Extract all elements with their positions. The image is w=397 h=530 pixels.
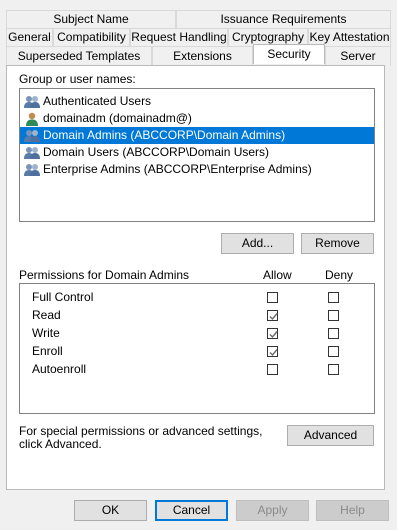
permission-name: Autoenroll xyxy=(32,362,87,376)
tab-row-1: Subject Name Issuance Requirements xyxy=(6,10,391,28)
user-item[interactable]: Domain Users (ABCCORP\Domain Users) xyxy=(20,144,374,161)
deny-header: Deny xyxy=(325,268,354,282)
tab-issuance-requirements[interactable]: Issuance Requirements xyxy=(176,10,391,28)
help-button[interactable]: Help xyxy=(316,500,389,521)
tab-compatibility[interactable]: Compatibility xyxy=(53,28,130,46)
permission-name: Write xyxy=(32,326,60,340)
group-icon xyxy=(24,146,40,160)
permission-name: Enroll xyxy=(32,344,63,358)
deny-checkbox[interactable] xyxy=(328,346,339,357)
deny-checkbox[interactable] xyxy=(328,328,339,339)
user-name: Enterprise Admins (ABCCORP\Enterprise Ad… xyxy=(43,162,312,176)
allow-checkbox[interactable] xyxy=(267,292,278,303)
user-item[interactable]: Authenticated Users xyxy=(20,93,374,110)
tab-security[interactable]: Security xyxy=(253,44,325,64)
group-icon xyxy=(24,95,40,109)
user-name: domainadm (domainadm@) xyxy=(43,111,192,125)
group-icon xyxy=(24,163,40,177)
users-list[interactable]: Authenticated Users domainadm (domainadm@… xyxy=(19,88,375,222)
user-name: Domain Users (ABCCORP\Domain Users) xyxy=(43,145,270,159)
permission-name: Read xyxy=(32,308,61,322)
allow-checkbox[interactable] xyxy=(267,346,278,357)
deny-checkbox[interactable] xyxy=(328,292,339,303)
tab-request-handling[interactable]: Request Handling xyxy=(130,28,228,46)
advanced-button[interactable]: Advanced xyxy=(287,425,374,446)
apply-button[interactable]: Apply xyxy=(236,500,309,521)
ok-button[interactable]: OK xyxy=(74,500,147,521)
group-label: Group or user names: xyxy=(19,72,136,86)
allow-checkbox[interactable] xyxy=(267,328,278,339)
user-item[interactable]: Domain Admins (ABCCORP\Domain Admins) xyxy=(20,127,374,144)
tab-row-2: General Compatibility Request Handling C… xyxy=(6,28,391,46)
tab-superseded-templates[interactable]: Superseded Templates xyxy=(6,46,152,66)
special-permissions-text: For special permissions or advanced sett… xyxy=(19,424,263,451)
permissions-list: Full Control Read Write Enroll Autoenroll xyxy=(19,283,375,414)
tab-server[interactable]: Server xyxy=(325,46,391,66)
tab-extensions[interactable]: Extensions xyxy=(152,46,253,66)
tab-row-3: Superseded Templates Extensions Security… xyxy=(6,44,391,66)
permissions-label: Permissions for Domain Admins xyxy=(19,268,190,282)
checkmark-icon xyxy=(269,313,278,321)
permission-name: Full Control xyxy=(32,290,94,304)
remove-button[interactable]: Remove xyxy=(301,233,374,254)
checkmark-icon xyxy=(269,331,278,339)
group-icon xyxy=(24,129,40,143)
allow-checkbox[interactable] xyxy=(267,310,278,321)
user-name: Domain Admins (ABCCORP\Domain Admins) xyxy=(43,128,286,142)
user-item[interactable]: domainadm (domainadm@) xyxy=(20,110,374,127)
user-icon xyxy=(24,112,40,126)
user-item[interactable]: Enterprise Admins (ABCCORP\Enterprise Ad… xyxy=(20,161,374,178)
tab-general[interactable]: General xyxy=(6,28,53,46)
add-button[interactable]: Add... xyxy=(221,233,294,254)
checkmark-icon xyxy=(269,349,278,357)
cancel-button[interactable]: Cancel xyxy=(155,500,228,521)
allow-header: Allow xyxy=(263,268,292,282)
tab-subject-name[interactable]: Subject Name xyxy=(6,10,176,28)
user-name: Authenticated Users xyxy=(43,94,152,108)
allow-checkbox[interactable] xyxy=(267,364,278,375)
deny-checkbox[interactable] xyxy=(328,364,339,375)
deny-checkbox[interactable] xyxy=(328,310,339,321)
